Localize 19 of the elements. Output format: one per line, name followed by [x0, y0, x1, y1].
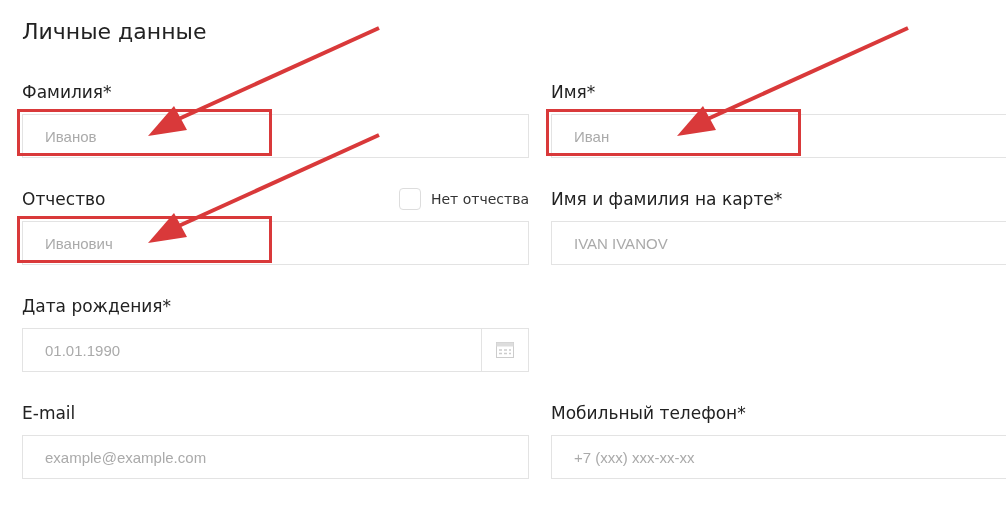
section-title: Личные данные [22, 18, 208, 46]
field-label: E-mail [22, 403, 76, 423]
input-field[interactable]: example@example.com [22, 435, 529, 479]
field-label: Фамилия* [22, 82, 112, 102]
input-field[interactable]: Иванов [22, 114, 529, 158]
field-label: Имя и фамилия на карте* [551, 189, 783, 209]
input-field[interactable]: +7 (xxx) xxx-xx-xx [551, 435, 1006, 479]
field-label: Имя* [551, 82, 596, 102]
calendar-icon [496, 342, 514, 358]
input-field[interactable]: Иванович [22, 221, 529, 265]
checkbox-option[interactable]: Нет отчества [398, 188, 529, 210]
field-label: Дата рождения* [22, 296, 172, 316]
checkbox[interactable] [398, 188, 421, 210]
field-label: Отчество [22, 189, 106, 209]
calendar-button[interactable] [482, 328, 529, 372]
input-field[interactable]: Иван [551, 114, 1006, 158]
date-field[interactable]: 01.01.1990 [22, 328, 482, 372]
field-label: Мобильный телефон* [551, 403, 746, 423]
input-field[interactable]: IVAN IVANOV [551, 221, 1006, 265]
